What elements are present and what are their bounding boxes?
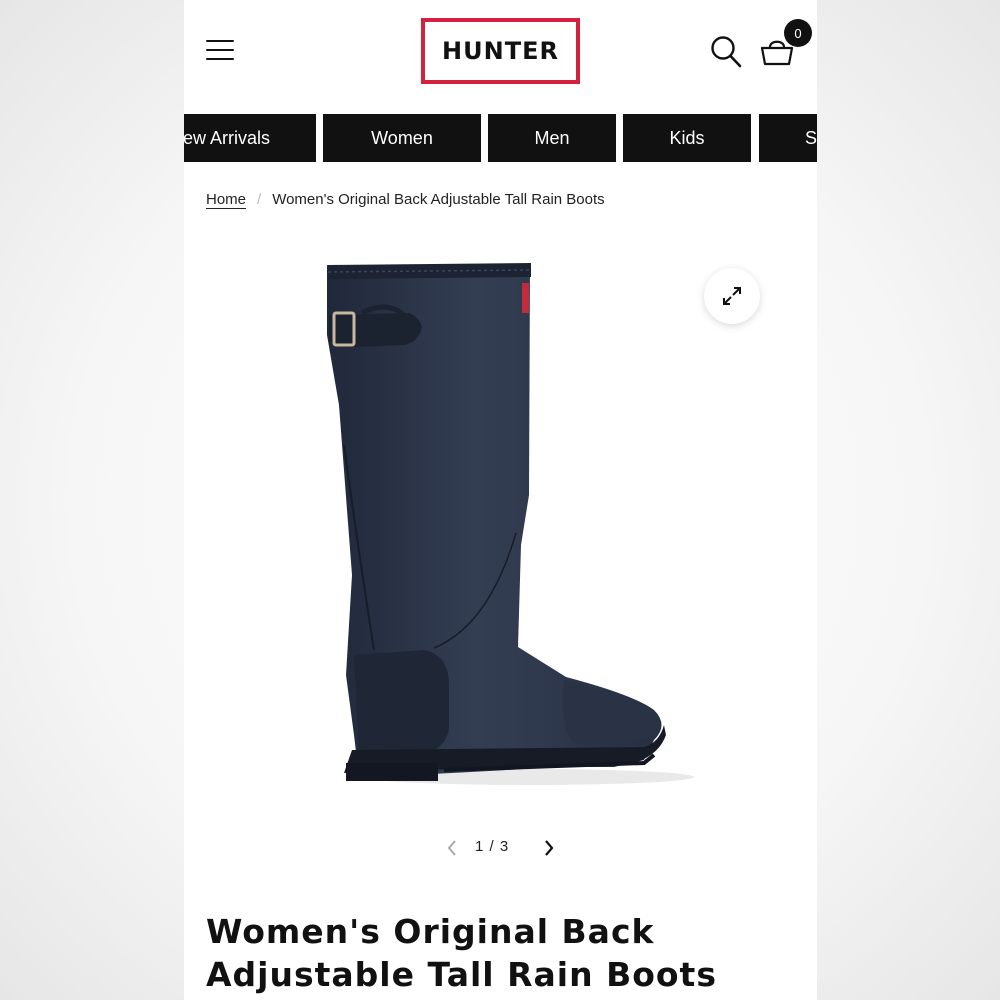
expand-image-button[interactable]	[704, 268, 760, 324]
image-counter: 1 / 3	[475, 838, 509, 855]
tab-men[interactable]: Men	[488, 114, 616, 162]
breadcrumb-home-link[interactable]: Home	[206, 191, 246, 208]
logo-text: HUNTER	[442, 37, 559, 65]
chevron-left-icon[interactable]	[443, 838, 461, 858]
cart-count-badge: 0	[784, 19, 812, 47]
product-title: Women's Original Back Adjustable Tall Ra…	[206, 912, 717, 994]
tab-new-arrivals[interactable]: New Arrivals	[184, 114, 316, 162]
counter-separator: /	[489, 838, 495, 855]
image-pager: 1 / 3	[439, 834, 569, 862]
hamburger-menu-icon[interactable]	[206, 40, 234, 62]
total-image-count: 3	[499, 838, 510, 855]
tab-sale[interactable]: Sale	[759, 114, 817, 162]
breadcrumb-separator: /	[257, 191, 262, 208]
product-page: HUNTER 0 New Arrivals Women Men Kids Sal…	[184, 0, 817, 1000]
breadcrumb: Home / Women's Original Back Adjustable Ta…	[206, 191, 605, 208]
category-nav: New Arrivals Women Men Kids Sale	[184, 114, 817, 162]
tab-kids[interactable]: Kids	[623, 114, 751, 162]
search-icon[interactable]	[710, 35, 742, 69]
hunter-logo[interactable]: HUNTER	[421, 18, 580, 84]
expand-arrows-icon	[723, 287, 741, 305]
chevron-right-icon[interactable]	[540, 838, 558, 858]
site-header: HUNTER 0	[184, 0, 817, 104]
tab-women[interactable]: Women	[323, 114, 481, 162]
breadcrumb-current: Women's Original Back Adjustable Tall Ra…	[272, 191, 605, 208]
product-image[interactable]	[314, 255, 694, 795]
current-image-number: 1	[475, 838, 485, 855]
